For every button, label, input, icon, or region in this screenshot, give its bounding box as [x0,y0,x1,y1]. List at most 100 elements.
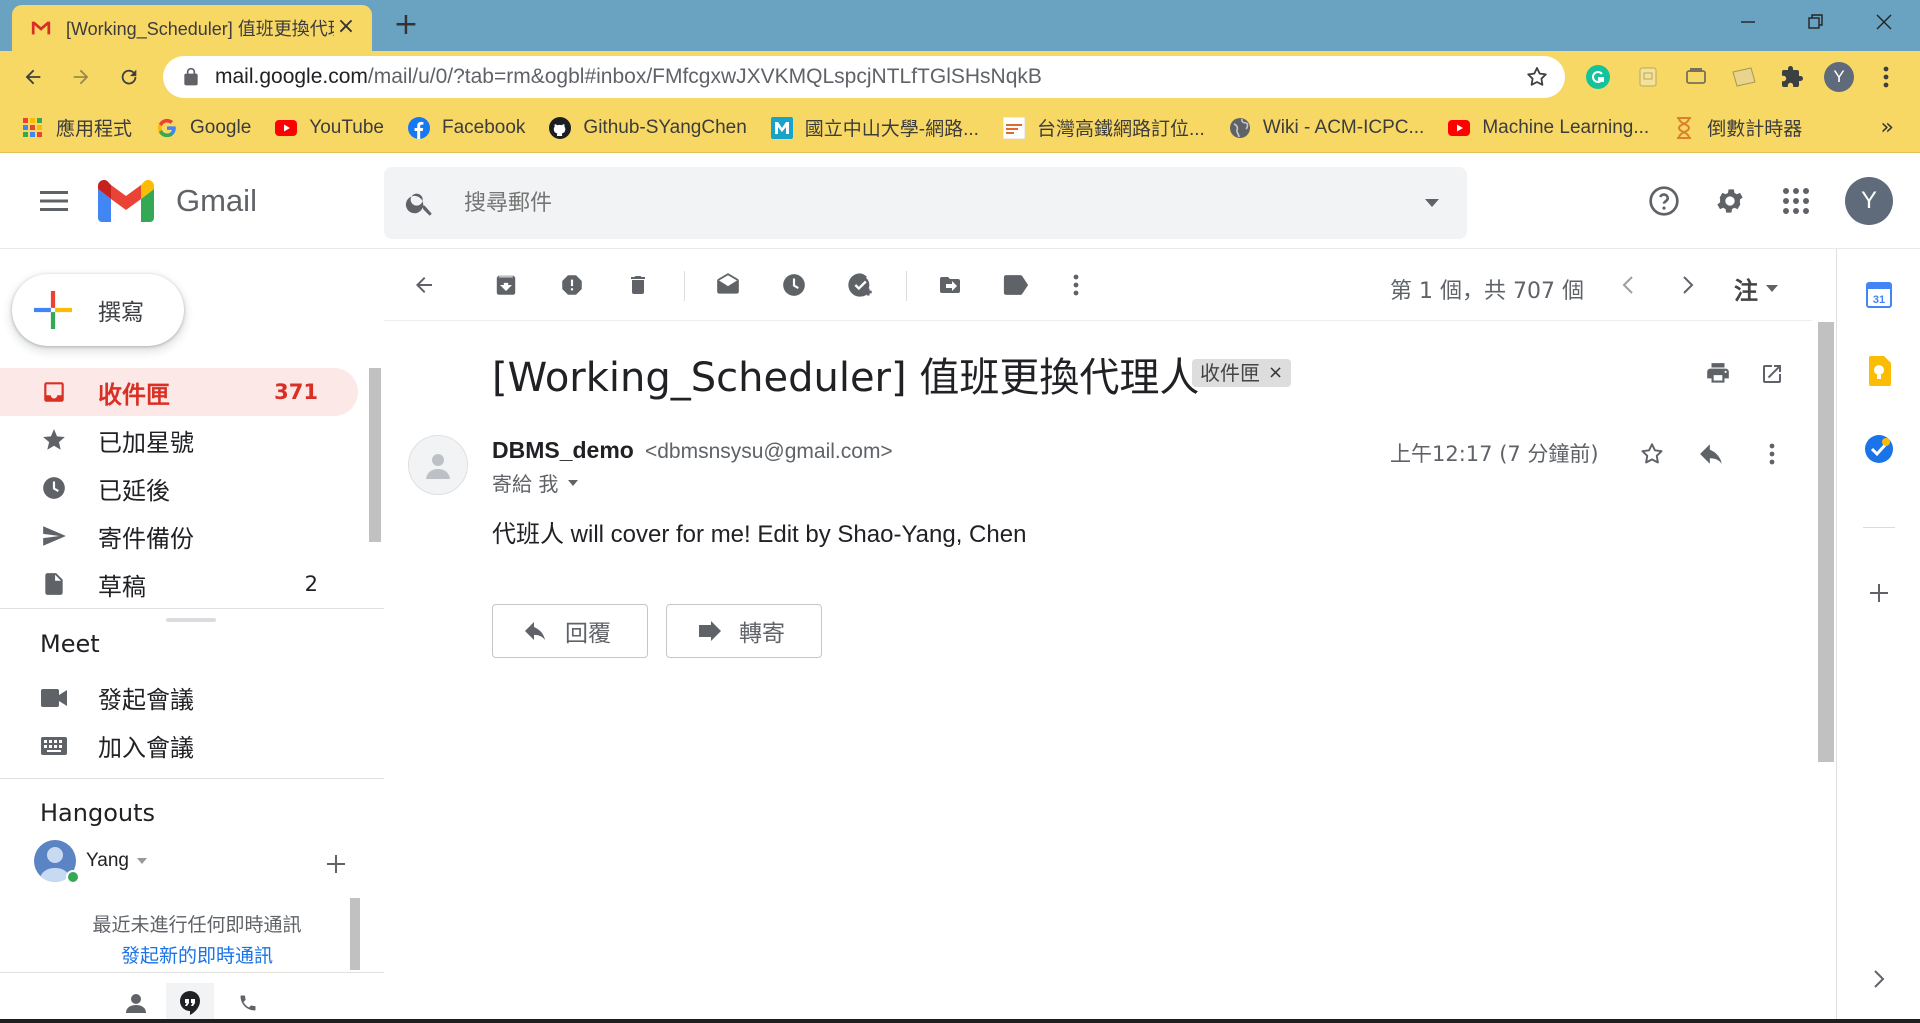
browser-menu-icon[interactable] [1872,63,1900,91]
new-tab-button[interactable]: + [390,10,422,42]
bookmark-ml[interactable]: Machine Learning... [1448,117,1649,139]
nav-item-inbox[interactable]: 收件匣 371 [0,368,358,416]
tasks-icon [1865,435,1893,463]
calendar-app-button[interactable]: 31 [1863,279,1895,311]
mark-unread-button[interactable] [708,265,748,305]
snooze-button[interactable] [774,265,814,305]
show-side-panel-button[interactable] [1863,963,1895,995]
label-chip-text: 收件匣 [1200,361,1260,385]
support-button[interactable] [1644,181,1684,221]
nav-item-snoozed[interactable]: 已延後 [0,464,358,512]
message-scrollbar[interactable] [1818,322,1834,762]
bookmarks-overflow-icon[interactable]: » [1881,115,1894,140]
url-host: mail.google.com [215,65,368,88]
google-apps-button[interactable] [1776,181,1816,221]
search-icon[interactable] [404,187,436,219]
keep-app-button[interactable] [1863,355,1895,387]
bookmark-thsr[interactable]: 台灣高鐵網路訂位... [1002,114,1205,141]
sender-avatar[interactable] [408,435,468,495]
nav-item-drafts[interactable]: 草稿 2 [0,560,358,608]
nav-label: 寄件備份 [98,524,194,553]
star-message-button[interactable] [1632,434,1672,474]
report-spam-button[interactable] [552,265,592,305]
minimize-button[interactable] [1720,6,1776,38]
reply-icon-button[interactable] [1692,434,1732,474]
tab-close-icon[interactable]: × [334,16,358,40]
tab-title: [Working_Scheduler] 值班更換代理人 - dbmsnsysu@… [66,19,334,39]
bookmark-google[interactable]: Google [156,117,251,139]
nav-item-starred[interactable]: 已加星號 [0,416,358,464]
reload-button[interactable] [112,60,146,94]
phone-tab[interactable] [224,983,272,1023]
bookmark-wiki[interactable]: Wiki - ACM-ICPC... [1229,117,1424,139]
address-bar[interactable]: mail.google.com/mail/u/0/?tab=rm&ogbl#in… [163,56,1565,98]
browser-profile-avatar[interactable]: Y [1824,62,1854,92]
hangouts-title: Hangouts [40,799,156,827]
browser-tab[interactable]: [Working_Scheduler] 值班更換代理人 - dbmsnsysu@… [12,5,372,51]
resize-handle[interactable] [166,618,216,622]
bookmark-nsysu[interactable]: 國立中山大學-網路... [770,114,979,141]
add-to-tasks-button[interactable] [840,265,880,305]
bookmark-timer[interactable]: 倒數計時器 [1673,114,1802,141]
bookmark-github[interactable]: Github-SYangChen [549,116,747,139]
get-addons-button[interactable] [1863,577,1895,609]
back-button[interactable] [16,60,50,94]
more-vert-icon [1769,443,1775,465]
reply-button[interactable]: 回覆 [492,604,648,658]
search-input[interactable] [464,190,1417,216]
bookmark-facebook[interactable]: Facebook [407,116,525,139]
compose-label: 撰寫 [98,300,144,326]
search-options-button[interactable] [1417,188,1447,218]
hourglass-icon [1673,116,1695,139]
extension-ticket-icon[interactable] [1730,63,1758,91]
open-in-new-window-button[interactable] [1754,356,1790,392]
message-body: 代班人 will cover for me! Edit by Shao-Yang… [492,521,1027,548]
bookmark-apps[interactable]: 應用程式 [22,114,132,141]
forward-button[interactable]: 轉寄 [666,604,822,658]
recipient-line[interactable]: 寄給 我 [492,468,579,497]
contacts-tab[interactable] [112,983,160,1023]
meet-start-item[interactable]: 發起會議 [40,680,194,715]
forward-arrow-icon [73,69,89,85]
gmail-logo[interactable]: Gmail [98,180,257,222]
hangouts-tab[interactable] [166,983,214,1023]
hangouts-empty-state: 最近未進行任何即時通訊 發起新的即時通訊 [34,898,360,970]
main-menu-button[interactable] [34,181,74,221]
meet-join-item[interactable]: 加入會議 [40,728,194,763]
meet-join-label: 加入會議 [98,734,194,762]
more-actions-button[interactable] [1056,265,1096,305]
bookmark-youtube[interactable]: YouTube [275,117,384,139]
new-conversation-button[interactable] [320,848,352,880]
delete-button[interactable] [618,265,658,305]
extensions-puzzle-icon[interactable] [1778,63,1806,91]
restore-button[interactable] [1788,6,1844,38]
tasks-app-button[interactable] [1863,433,1895,465]
remove-label-icon[interactable]: × [1268,359,1283,387]
window-close-button[interactable] [1856,6,1912,38]
extension-clipboard-icon[interactable] [1634,63,1662,91]
compose-button[interactable]: 撰寫 [12,274,184,346]
settings-button[interactable] [1710,181,1750,221]
labels-button[interactable] [996,265,1036,305]
grammarly-extension-icon[interactable] [1584,63,1612,91]
print-button[interactable] [1700,356,1736,392]
nav-item-sent[interactable]: 寄件備份 [0,512,358,560]
input-tools-selector[interactable]: 注 [1734,271,1778,306]
bookmark-star-icon[interactable] [1525,65,1549,89]
clock-icon [40,474,68,502]
sender-name[interactable]: DBMS_demo [492,437,634,463]
compose-plus-icon [34,291,72,329]
forward-button[interactable] [64,60,98,94]
archive-button[interactable] [486,265,526,305]
back-to-inbox-button[interactable] [404,265,444,305]
start-chat-link[interactable]: 發起新的即時通訊 [34,941,360,968]
nav-scrollbar[interactable] [369,368,381,542]
move-to-button[interactable] [930,265,970,305]
hangouts-scrollbar[interactable] [350,898,360,970]
message-more-button[interactable] [1752,434,1792,474]
older-button[interactable] [1668,265,1708,305]
newer-button[interactable] [1608,265,1648,305]
hangouts-user[interactable]: Yang [34,840,147,882]
extension-cast-icon[interactable] [1682,63,1710,91]
account-avatar[interactable]: Y [1845,177,1893,225]
